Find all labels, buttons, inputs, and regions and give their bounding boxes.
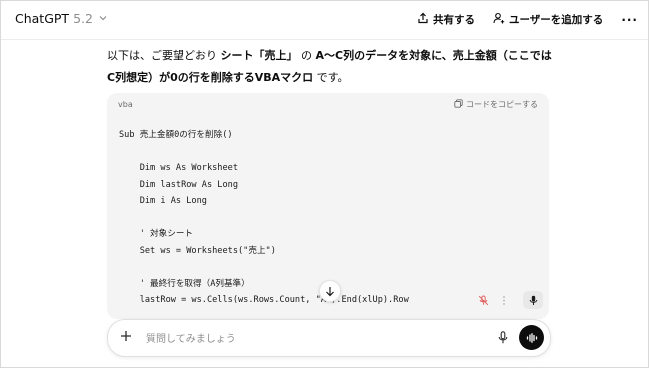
prompt-composer — [107, 319, 551, 357]
model-selector[interactable]: ChatGPT 5.2 — [15, 11, 107, 26]
chevron-down-icon — [99, 14, 107, 24]
share-icon — [417, 12, 429, 27]
plus-icon — [121, 331, 131, 341]
more-options-icon[interactable]: ··· — [621, 13, 638, 27]
message-text-1: 以下は、ご要望どおり — [107, 49, 221, 62]
copy-code-label: コードをコピーする — [466, 100, 538, 109]
code-line: Dim ws As Worksheet — [119, 163, 238, 173]
header-actions: 共有する ユーザーを追加する ··· — [417, 12, 638, 27]
assistant-message: 以下は、ご要望どおり シート「売上」 の A〜C列のデータを対象に、売上金額（こ… — [107, 45, 557, 89]
vertical-dots-icon[interactable] — [502, 291, 506, 310]
add-user-label: ユーザーを追加する — [509, 14, 604, 26]
model-name: ChatGPT — [15, 11, 70, 26]
microphone-icon — [529, 291, 538, 310]
code-line: ' 対象シート — [119, 229, 194, 239]
code-line: Sub 売上金額0の行を削除() — [119, 130, 233, 140]
waveform-icon — [526, 328, 538, 347]
code-line: lastRow = ws.Cells(ws.Rows.Count, "A").E… — [119, 295, 409, 305]
prompt-input[interactable] — [144, 328, 478, 350]
model-version: 5.2 — [73, 11, 93, 26]
microphone-off-icon[interactable] — [478, 291, 489, 310]
overlay-toolbar — [471, 291, 513, 309]
message-text-2: の — [297, 49, 316, 62]
chatgpt-window: ChatGPT 5.2 共有する ユーザーを追加する ··· 以下は、ご要望どお… — [0, 0, 649, 368]
message-text-3: です。 — [313, 71, 349, 84]
scroll-to-bottom-button[interactable] — [319, 280, 341, 302]
dictate-button[interactable] — [496, 329, 510, 347]
copy-code-button[interactable]: コードをコピーする — [454, 99, 538, 110]
message-bold-sheet: シート「売上」 — [220, 49, 298, 62]
add-user-button[interactable]: ユーザーを追加する — [493, 12, 603, 27]
code-line: Dim lastRow As Long — [119, 179, 238, 190]
share-button[interactable]: 共有する — [417, 12, 475, 27]
code-line: Dim i As Long — [119, 196, 207, 206]
code-line: ' 最終行を取得（A列基準） — [119, 278, 250, 289]
copy-icon — [454, 99, 463, 110]
voice-mode-button[interactable] — [519, 325, 544, 350]
share-label: 共有する — [433, 14, 476, 26]
code-line: Set ws = Worksheets("売上") — [119, 245, 276, 256]
microphone-chip[interactable] — [523, 291, 543, 309]
top-bar: ChatGPT 5.2 共有する ユーザーを追加する ··· — [1, 1, 648, 40]
microphone-icon — [498, 329, 508, 348]
code-language-label: vba — [118, 100, 133, 109]
code-content: Sub 売上金額0の行を削除() Dim ws As Worksheet Dim… — [119, 127, 409, 309]
add-user-icon — [493, 12, 505, 27]
arrow-down-icon — [325, 282, 335, 301]
add-attachment-button[interactable] — [120, 327, 132, 347]
